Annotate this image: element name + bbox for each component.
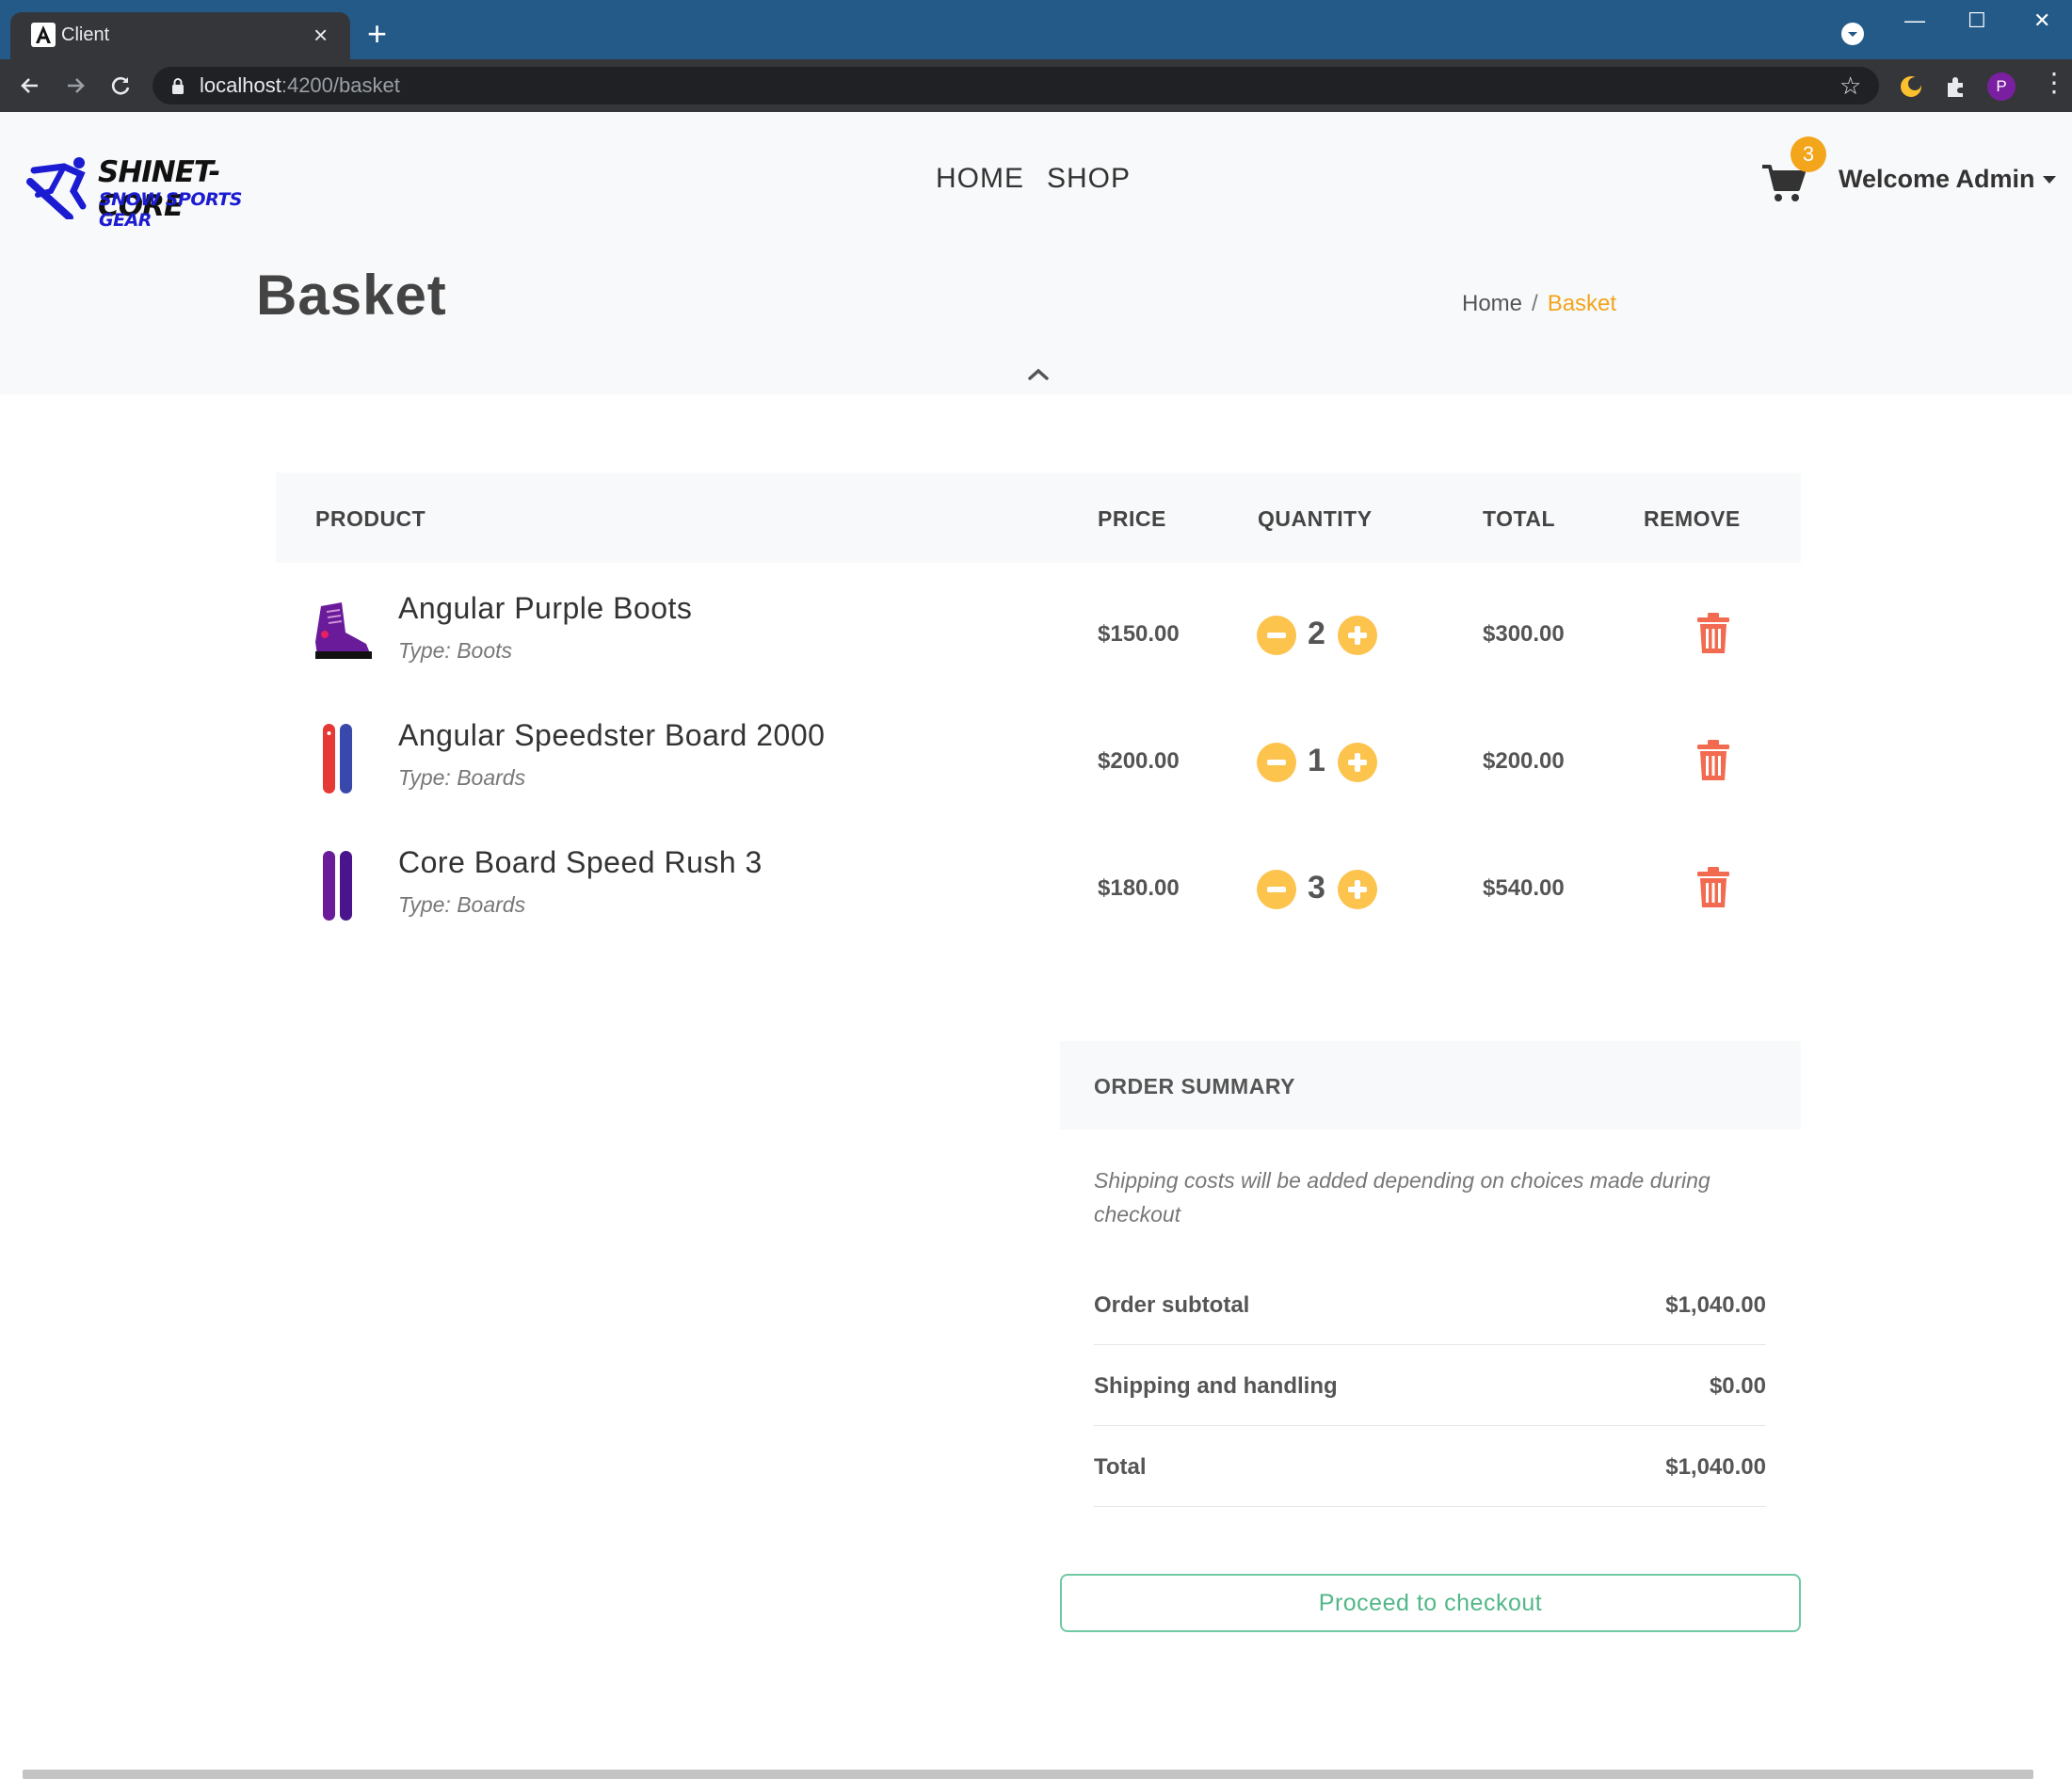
order-summary-header: ORDER SUMMARY bbox=[1060, 1041, 1801, 1130]
user-menu-toggle[interactable]: Welcome Admin bbox=[1839, 165, 2035, 194]
bookmark-star-icon[interactable]: ☆ bbox=[1839, 72, 1861, 101]
column-header-product: PRODUCT bbox=[315, 506, 426, 531]
quantity-value: 2 bbox=[1308, 616, 1325, 651]
trash-icon[interactable] bbox=[1695, 866, 1731, 909]
cart-count-badge: 3 bbox=[1791, 136, 1826, 172]
summary-label: Total bbox=[1094, 1454, 1147, 1480]
summary-value: $1,040.00 bbox=[1665, 1454, 1766, 1480]
summary-label: Order subtotal bbox=[1094, 1292, 1250, 1318]
summary-value: $0.00 bbox=[1709, 1373, 1766, 1399]
profile-avatar[interactable]: P bbox=[1987, 72, 2016, 101]
nav-home-link[interactable]: HOME bbox=[936, 163, 1024, 194]
proceed-to-checkout-button[interactable]: Proceed to checkout bbox=[1060, 1574, 1801, 1632]
increase-quantity-button[interactable] bbox=[1338, 870, 1377, 909]
breadcrumb-separator: / bbox=[1532, 291, 1538, 316]
trash-icon[interactable] bbox=[1695, 739, 1731, 782]
product-type: Type: Boots bbox=[398, 638, 513, 663]
column-header-total: TOTAL bbox=[1483, 506, 1556, 531]
tab-title: Client bbox=[61, 24, 110, 45]
logo-subtitle: SNOW SPORTS GEAR bbox=[99, 189, 243, 231]
product-name[interactable]: Core Board Speed Rush 3 bbox=[398, 845, 763, 880]
line-total: $200.00 bbox=[1483, 748, 1565, 774]
browser-menu-icon[interactable]: ⋮ bbox=[2041, 69, 2067, 97]
purple-boot-icon[interactable] bbox=[304, 595, 379, 670]
order-summary-title: ORDER SUMMARY bbox=[1094, 1074, 1295, 1098]
summary-row-shipping: Shipping and handling $0.00 bbox=[1094, 1345, 1766, 1426]
main-nav: HOME SHOP bbox=[936, 163, 1153, 195]
breadcrumb-home-link[interactable]: Home bbox=[1462, 291, 1522, 316]
page-header: SHINET-CORE SNOW SPORTS GEAR HOME SHOP 3 … bbox=[0, 112, 2072, 394]
horizontal-scrollbar[interactable] bbox=[23, 1770, 2033, 1779]
back-arrow-icon[interactable] bbox=[17, 72, 43, 99]
browser-address-bar: localhost:4200/basket ☆ P ⋮ bbox=[0, 59, 2072, 112]
basket-row: Angular Purple Boots Type: Boots $150.00… bbox=[276, 563, 1801, 689]
chevron-down-icon[interactable] bbox=[2043, 176, 2056, 184]
page-title: Basket bbox=[256, 264, 447, 327]
product-price: $200.00 bbox=[1098, 748, 1180, 774]
line-total: $540.00 bbox=[1483, 875, 1565, 901]
new-tab-button[interactable]: + bbox=[367, 17, 387, 51]
column-header-quantity: QUANTITY bbox=[1258, 506, 1373, 531]
breadcrumb-current: Basket bbox=[1547, 291, 1617, 316]
tab-close-icon[interactable]: × bbox=[313, 22, 328, 48]
product-name[interactable]: Angular Purple Boots bbox=[398, 591, 692, 626]
quantity-value: 3 bbox=[1308, 870, 1325, 906]
summary-row-total: Total $1,040.00 bbox=[1094, 1426, 1766, 1507]
reload-icon[interactable] bbox=[107, 72, 134, 99]
extensions-puzzle-icon[interactable] bbox=[1943, 73, 1969, 100]
browser-tab-bar: Client × + — ☐ ✕ bbox=[0, 0, 2072, 59]
shipping-note: Shipping costs will be added depending o… bbox=[1094, 1168, 1711, 1226]
summary-label: Shipping and handling bbox=[1094, 1373, 1338, 1399]
column-header-remove: REMOVE bbox=[1644, 506, 1741, 531]
line-total: $300.00 bbox=[1483, 621, 1565, 647]
product-name[interactable]: Angular Speedster Board 2000 bbox=[398, 718, 825, 753]
trash-icon[interactable] bbox=[1695, 612, 1731, 655]
snowboarder-logo-icon bbox=[26, 157, 87, 219]
minimize-button[interactable]: — bbox=[1904, 8, 1925, 34]
url-bar[interactable]: localhost:4200/basket ☆ bbox=[153, 67, 1879, 104]
chevron-up-icon[interactable] bbox=[1026, 366, 1051, 381]
decrease-quantity-button[interactable] bbox=[1257, 616, 1296, 655]
extension-moon-icon[interactable] bbox=[1898, 73, 1924, 100]
product-type: Type: Boards bbox=[398, 765, 526, 790]
url-host: localhost bbox=[200, 73, 281, 97]
close-window-button[interactable]: ✕ bbox=[2033, 8, 2050, 34]
increase-quantity-button[interactable] bbox=[1338, 616, 1377, 655]
url-text: localhost:4200/basket bbox=[200, 73, 400, 98]
quantity-value: 1 bbox=[1308, 743, 1325, 778]
lock-icon bbox=[172, 78, 184, 94]
product-type: Type: Boards bbox=[398, 892, 526, 917]
breadcrumb: Home / Basket bbox=[1462, 291, 1616, 317]
site-logo[interactable]: SHINET-CORE SNOW SPORTS GEAR bbox=[26, 148, 271, 231]
red-blue-boards-icon[interactable] bbox=[304, 722, 379, 797]
basket-row: Core Board Speed Rush 3 Type: Boards $18… bbox=[276, 817, 1801, 943]
basket-row: Angular Speedster Board 2000 Type: Board… bbox=[276, 690, 1801, 816]
summary-row-subtotal: Order subtotal $1,040.00 bbox=[1094, 1264, 1766, 1345]
product-price: $180.00 bbox=[1098, 875, 1180, 901]
nav-shop-link[interactable]: SHOP bbox=[1047, 163, 1131, 194]
forward-arrow-icon[interactable] bbox=[62, 72, 88, 99]
summary-value: $1,040.00 bbox=[1665, 1292, 1766, 1318]
maximize-button[interactable]: ☐ bbox=[1968, 8, 1986, 34]
decrease-quantity-button[interactable] bbox=[1257, 743, 1296, 782]
purple-boards-icon[interactable] bbox=[304, 849, 379, 924]
decrease-quantity-button[interactable] bbox=[1257, 870, 1296, 909]
browser-tab[interactable]: Client × bbox=[10, 12, 350, 59]
basket-table-header: PRODUCT PRICE QUANTITY TOTAL REMOVE bbox=[276, 473, 1801, 563]
increase-quantity-button[interactable] bbox=[1338, 743, 1377, 782]
angular-favicon-icon bbox=[31, 23, 56, 47]
url-path: :4200/basket bbox=[281, 73, 400, 97]
product-price: $150.00 bbox=[1098, 621, 1180, 647]
tab-search-icon[interactable] bbox=[1841, 23, 1864, 45]
column-header-price: PRICE bbox=[1098, 506, 1166, 531]
